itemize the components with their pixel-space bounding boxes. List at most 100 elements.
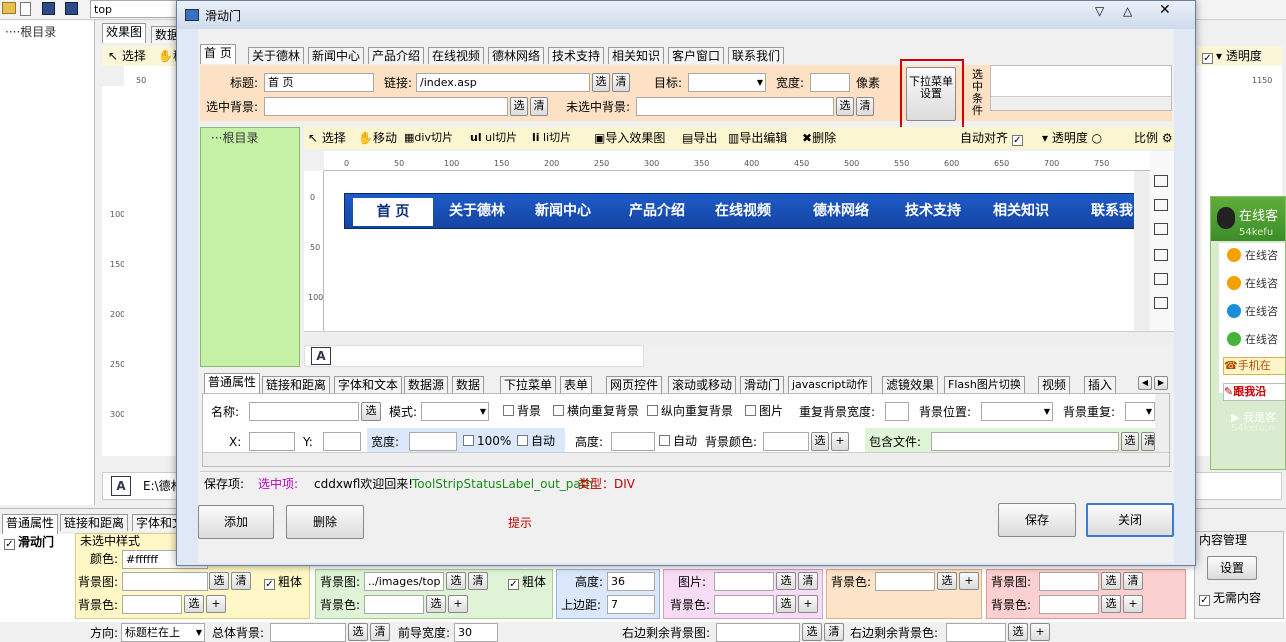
right-bg-color-input[interactable] [946, 623, 1006, 642]
align-icon[interactable] [1154, 175, 1168, 187]
width-auto-check[interactable]: 自动 [517, 433, 555, 449]
height-input[interactable]: 36 [607, 572, 655, 591]
nav-preview-item[interactable]: 技术支持 [905, 194, 961, 228]
auto-align-check[interactable]: 自动对齐 [960, 130, 1026, 146]
props-hscroll[interactable] [203, 452, 1169, 466]
bg-img-input[interactable] [1039, 572, 1099, 591]
unsel-bg-input[interactable] [636, 97, 834, 116]
tab-customer[interactable]: 客户窗口 [668, 47, 725, 64]
prop-tab-font[interactable]: 字体和文本 [334, 376, 403, 393]
front-width-input[interactable]: 30 [454, 623, 498, 642]
x-input[interactable] [249, 432, 295, 451]
name-input[interactable] [249, 402, 359, 421]
prop-tab-dropdown[interactable]: 下拉菜单 [500, 376, 557, 393]
no-content-check[interactable]: 无需内容 [1199, 590, 1261, 606]
designer-tree-root[interactable]: ···根目录 [211, 130, 258, 146]
tab-knowledge[interactable]: 相关知识 [608, 47, 665, 64]
select-button[interactable]: 选 [937, 572, 957, 590]
tool-export[interactable]: ▤导出 [682, 130, 717, 146]
tab-network[interactable]: 德林网络 [488, 47, 545, 64]
clear-button[interactable]: 清 [798, 572, 818, 590]
picture-input[interactable] [714, 572, 774, 591]
bg-color-input[interactable] [763, 432, 809, 451]
width-100-check[interactable]: 100% [463, 433, 511, 449]
select-button[interactable]: 选 [446, 572, 466, 590]
prop-tab-filter[interactable]: 滤镜效果 [882, 376, 939, 393]
prop-tab-slidingdoor[interactable]: 滑动门 [740, 376, 785, 393]
bg-repeat-select[interactable] [1125, 402, 1155, 421]
clear-button[interactable]: 清 [824, 623, 844, 641]
nav-preview-item[interactable]: 联系我 [1091, 194, 1133, 228]
repeat-width-input[interactable] [885, 402, 909, 421]
v-repeat-check[interactable]: 纵向重复背景 [647, 403, 733, 419]
tool-div-slice[interactable]: ▦div切片 [404, 130, 453, 146]
top-input[interactable]: top [90, 0, 180, 18]
title-input[interactable]: 首 页 [264, 73, 374, 92]
picture-check[interactable]: 图片 [745, 403, 783, 419]
width-input[interactable] [409, 432, 457, 451]
bg-img-value[interactable]: ../images/top [364, 572, 444, 591]
sel-bg-clear-button[interactable]: 清 [530, 97, 548, 116]
minimize-icon[interactable]: ▽ [1095, 3, 1104, 19]
h-repeat-check[interactable]: 横向重复背景 [553, 403, 639, 419]
tool-li-slice[interactable]: li li切片 [532, 130, 571, 146]
nav-preview-item[interactable]: 新闻中心 [535, 194, 591, 228]
designer-vscroll[interactable] [1134, 171, 1148, 331]
tab-scroll-right-icon[interactable]: ▶ [1154, 376, 1168, 390]
clear-button[interactable]: 清 [231, 572, 251, 590]
qq-item[interactable]: 在线咨 [1221, 243, 1285, 269]
settings-button[interactable]: 设置 [1207, 556, 1257, 580]
tool-delete[interactable]: ✖删除 [802, 130, 836, 146]
right-bg-input[interactable] [716, 623, 800, 642]
prop-tab-controls[interactable]: 网页控件 [606, 376, 663, 393]
prop-tab-insert[interactable]: 插入 [1084, 376, 1117, 393]
nav-preview-item[interactable]: 德林网络 [813, 194, 869, 228]
clear-button[interactable]: 清 [1123, 572, 1143, 590]
qq-item[interactable]: 在线咨 [1221, 327, 1285, 353]
clear-button[interactable]: 清 [468, 572, 488, 590]
dropdown-menu-settings-button[interactable]: 下拉菜单设置 [906, 67, 956, 121]
qq-item[interactable]: 在线咨 [1221, 271, 1285, 297]
nav-preview-item[interactable]: 关于德林 [449, 194, 505, 228]
clear-button[interactable]: 清 [370, 623, 390, 641]
nav-preview[interactable]: 首 页 关于德林 新闻中心 产品介绍 在线视频 德林网络 技术支持 相关知识 联… [344, 193, 1134, 229]
sel-bg-input[interactable] [264, 97, 508, 116]
plus-button[interactable]: + [959, 572, 979, 590]
nav-preview-active[interactable]: 首 页 [353, 198, 433, 226]
select-button[interactable]: 选 [184, 595, 204, 613]
direction-select[interactable]: 标题栏在上 [121, 623, 205, 642]
bg-color-plus-button[interactable]: + [831, 432, 849, 451]
tab-video[interactable]: 在线视频 [428, 47, 485, 64]
maximize-icon[interactable]: △ [1123, 3, 1132, 19]
new-file-icon[interactable] [20, 2, 31, 16]
designer-canvas[interactable]: 首 页 关于德林 新闻中心 产品介绍 在线视频 德林网络 技术支持 相关知识 联… [324, 171, 1134, 331]
tab-contact[interactable]: 联系我们 [728, 47, 785, 64]
qq-item[interactable]: 在线咨 [1221, 299, 1285, 325]
plus-button[interactable]: + [448, 595, 468, 613]
text-tool-icon[interactable]: A [111, 476, 131, 496]
close-icon[interactable]: ✕ [1159, 2, 1171, 18]
qq-follow[interactable]: ✎跟我沿 [1223, 383, 1285, 401]
bg-tool-select[interactable]: ↖ 选择 [108, 48, 146, 64]
select-button[interactable]: 选 [209, 572, 229, 590]
prop-tab-flash[interactable]: Flash图片切换 [944, 376, 1025, 393]
total-bg-input[interactable] [270, 623, 346, 642]
sliding-door-check[interactable]: 滑动门 [4, 534, 54, 550]
mode-select[interactable] [421, 402, 489, 421]
folder-icon[interactable] [2, 2, 16, 14]
prop-tab-link[interactable]: 链接和距离 [262, 376, 331, 393]
sel-cond-box[interactable] [990, 65, 1172, 111]
name-select-button[interactable]: 选 [361, 402, 381, 421]
height-auto-check[interactable]: 自动 [659, 433, 697, 449]
tab-scroll-left-icon[interactable]: ◀ [1138, 376, 1152, 390]
bold-check[interactable]: 粗体 [264, 574, 302, 590]
link-clear-button[interactable]: 清 [612, 73, 630, 92]
tab-products[interactable]: 产品介绍 [368, 47, 425, 64]
tab-support[interactable]: 技术支持 [548, 47, 605, 64]
select-button[interactable]: 选 [1101, 595, 1121, 613]
bg-transparency[interactable]: ▾ 透明度 [1202, 48, 1262, 64]
delete-button[interactable]: 删除 [286, 505, 364, 539]
bottom-tab-link[interactable]: 链接和距离 [60, 514, 129, 531]
select-button[interactable]: 选 [776, 572, 796, 590]
include-clear-button[interactable]: 清 [1141, 432, 1155, 451]
